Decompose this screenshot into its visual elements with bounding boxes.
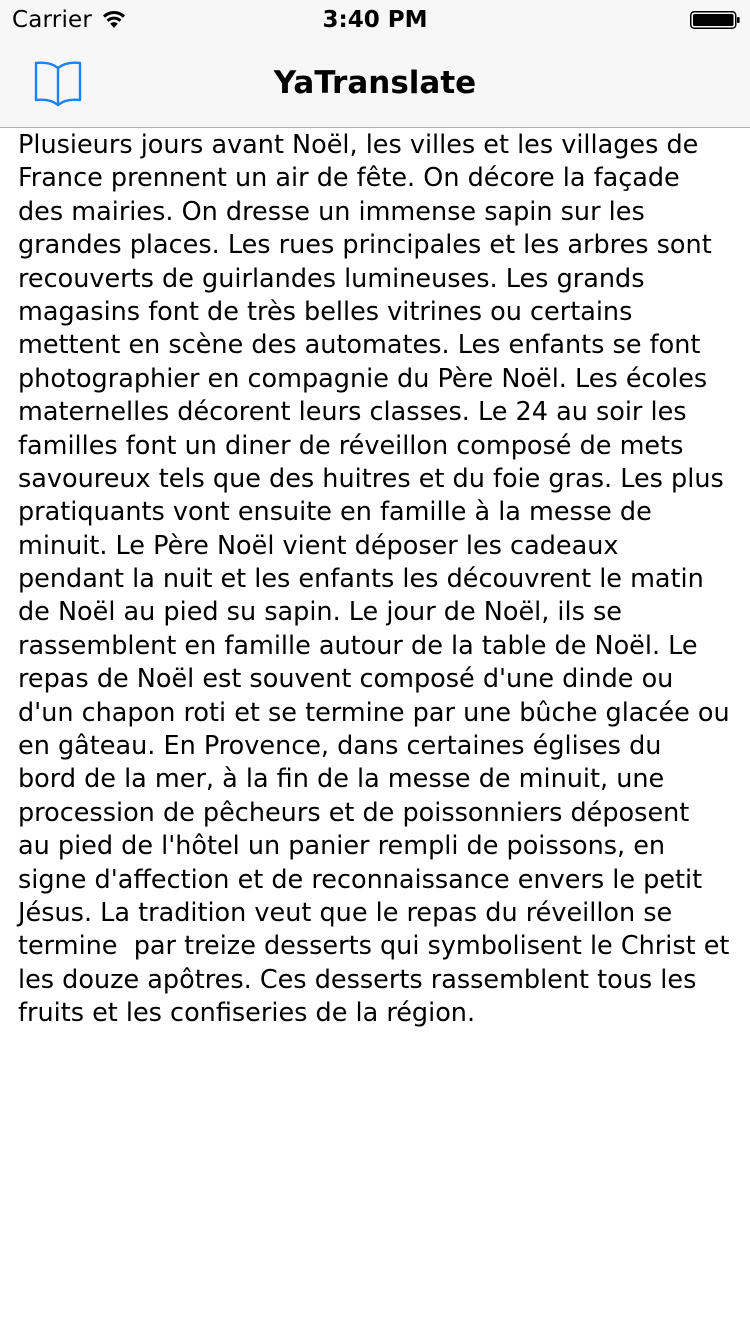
text-line: mettent en scène des automates. Les enfa… [18, 330, 701, 361]
app-screen: Carrier 3:40 PM YaTranslate Plusieurs jo… [0, 0, 750, 1334]
text-line: des mairies. On dresse un immense sapin … [18, 196, 645, 227]
text-line: fruits et les confiseries de la région. [18, 998, 476, 1029]
text-line: en gâteau. En Provence, dans certaines é… [18, 731, 662, 762]
text-line: bord de la mer, à la fin de la messe de … [18, 764, 665, 795]
text-line: grandes places. Les rues principales et … [18, 230, 712, 261]
text-line: recouverts de guirlandes lumineuses. Les… [18, 263, 645, 294]
text-line: pendant la nuit et les enfants les décou… [18, 564, 704, 595]
page-title: YaTranslate [273, 65, 477, 101]
text-line: minuit. Le Père Noël vient déposer les c… [18, 530, 619, 561]
text-line: termine par treize desserts qui symbolis… [18, 931, 730, 962]
status-time: 3:40 PM [322, 7, 428, 33]
translation-text: Plusieurs jours avant Noël, les villes e… [18, 129, 736, 1031]
text-line: Plusieurs jours avant Noël, les villes e… [18, 130, 699, 160]
navigation-bar: YaTranslate [0, 40, 750, 128]
status-bar: Carrier 3:40 PM [0, 0, 750, 40]
text-line: rassemblent en famille autour de la tabl… [18, 630, 698, 661]
text-line: savoureux tels que des huitres et du foi… [18, 463, 724, 494]
text-line: maternelles décorent leurs classes. Le 2… [18, 397, 687, 428]
text-line: Jésus. La tradition veut que le repas du… [18, 897, 673, 928]
text-line: repas de Noël est souvent composé d'une … [18, 664, 674, 695]
text-line: procession de pêcheurs et de poissonnier… [18, 797, 690, 828]
text-line: familles font un diner de réveillon comp… [18, 430, 684, 461]
text-line: magasins font de très belles vitrines ou… [18, 296, 633, 327]
text-line: signe d'affection et de reconnaissance e… [18, 864, 703, 895]
text-line: photographier en compagnie du Père Noël.… [18, 363, 708, 394]
battery-icon [690, 11, 740, 29]
text-line: au pied de l'hôtel un panier rempli de p… [18, 831, 666, 862]
text-line: les douze apôtres. Ces desserts rassembl… [18, 964, 697, 995]
text-line: France prennent un air de fête. On décor… [18, 163, 680, 194]
text-line: pratiquants vont ensuite en famille à la… [18, 497, 652, 528]
text-line: de Noël au pied su sapin. Le jour de Noë… [18, 597, 622, 628]
text-line: d'un chapon roti et se termine par une b… [18, 697, 730, 728]
